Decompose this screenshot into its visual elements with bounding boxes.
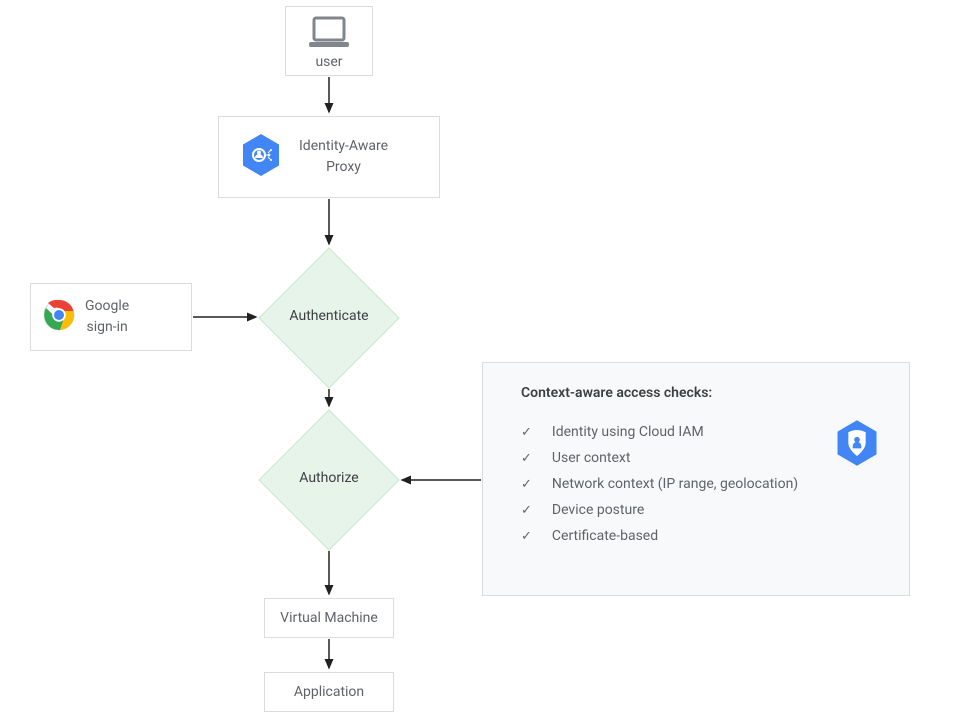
checklist-item: ✓ Certificate-based [521,523,798,549]
chrome-icon [43,299,75,335]
node-vm-label: Virtual Machine [280,610,378,626]
context-heading: Context-aware access checks: [513,385,712,401]
checklist-item: ✓ Identity using Cloud IAM [521,419,798,445]
node-google-signin: Google sign-in [30,283,192,351]
checklist-item-text: Identity using Cloud IAM [552,424,704,440]
checklist-item-text: Device posture [552,502,644,518]
checklist-item: ✓ User context [521,445,798,471]
node-signin-label: Google sign-in [85,296,129,338]
checklist-item-text: User context [552,450,631,466]
node-authorize-label: Authorize [269,470,389,486]
node-virtual-machine: Virtual Machine [264,598,394,638]
checklist-item: ✓ Device posture [521,497,798,523]
check-icon: ✓ [521,425,532,440]
checklist-item-text: Network context (IP range, geolocation) [552,476,798,492]
context-checklist: ✓Identity using Cloud IAM ✓User context … [513,419,798,549]
node-identity-aware-proxy: Identity-Aware Proxy [218,116,440,198]
node-iap-label: Identity-Aware Proxy [299,136,388,178]
iap-hex-icon [237,131,285,183]
panel-context-aware-checks: Context-aware access checks: ✓ Identity u… [482,362,910,596]
check-icon: ✓ [521,477,532,492]
laptop-icon [307,16,351,50]
check-icon: ✓ [521,503,532,518]
check-icon: ✓ [521,451,532,466]
check-icon: ✓ [521,529,532,544]
arrows-layer [0,0,960,720]
node-authenticate-label: Authenticate [269,308,389,324]
node-app-label: Application [294,684,364,700]
checklist-item-text: Certificate-based [552,528,658,544]
security-hex-icon [831,417,883,469]
checklist-item: ✓ Network context (IP range, geolocation) [521,471,798,497]
node-user-label: user [315,54,342,70]
node-application: Application [264,672,394,712]
node-user: user [285,6,373,76]
